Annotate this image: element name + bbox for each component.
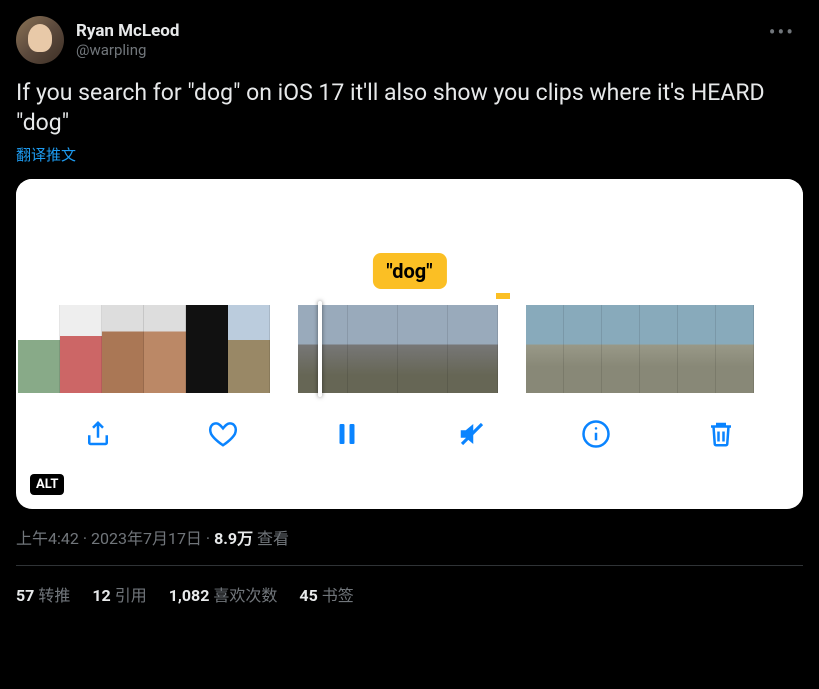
heart-icon[interactable] bbox=[206, 417, 240, 451]
header-left: Ryan McLeod @warpling bbox=[16, 16, 179, 64]
tweet-text: If you search for "dog" on iOS 17 it'll … bbox=[16, 78, 803, 138]
view-count[interactable]: 8.9万 bbox=[214, 529, 253, 548]
tweet-container: Ryan McLeod @warpling ••• If you search … bbox=[0, 0, 819, 622]
stat-label: 书签 bbox=[322, 586, 354, 605]
caption-tick bbox=[496, 293, 510, 299]
mute-icon[interactable] bbox=[455, 417, 489, 451]
clip-thumb[interactable] bbox=[144, 305, 186, 393]
more-icon[interactable]: ••• bbox=[761, 16, 803, 48]
pause-icon[interactable] bbox=[330, 417, 364, 451]
view-label: 查看 bbox=[253, 529, 289, 548]
clip-thumb[interactable] bbox=[526, 305, 564, 393]
trash-icon[interactable] bbox=[704, 417, 738, 451]
clip-thumb[interactable] bbox=[228, 305, 270, 393]
media-attachment[interactable]: "dog" bbox=[16, 179, 803, 509]
tweet-header: Ryan McLeod @warpling ••• bbox=[16, 16, 803, 64]
stat-count: 1,082 bbox=[169, 586, 210, 605]
stat-count: 57 bbox=[16, 586, 34, 605]
tweet-stats: 57转推 12 引用 1,082喜欢次数 45 书签 bbox=[16, 566, 803, 606]
video-timeline[interactable] bbox=[16, 305, 803, 393]
translate-link[interactable]: 翻译推文 bbox=[16, 144, 803, 165]
stat-bookmarks[interactable]: 45 书签 bbox=[299, 582, 353, 606]
clip-thumb[interactable] bbox=[348, 305, 398, 393]
clip-group[interactable] bbox=[526, 305, 754, 393]
playhead[interactable] bbox=[318, 301, 322, 397]
alt-badge[interactable]: ALT bbox=[30, 474, 64, 495]
stat-label: 引用 bbox=[115, 586, 147, 605]
stat-count: 12 bbox=[92, 586, 110, 605]
caption-bubble: "dog" bbox=[372, 253, 446, 289]
clip-thumb[interactable] bbox=[678, 305, 716, 393]
clip-thumb[interactable] bbox=[398, 305, 448, 393]
avatar[interactable] bbox=[16, 16, 64, 64]
clip-thumb[interactable] bbox=[602, 305, 640, 393]
display-name[interactable]: Ryan McLeod bbox=[76, 21, 179, 41]
names: Ryan McLeod @warpling bbox=[76, 21, 179, 59]
media-toolbar bbox=[16, 393, 803, 463]
clip-thumb[interactable] bbox=[298, 305, 348, 393]
clip-thumb[interactable] bbox=[716, 305, 754, 393]
stat-retweets[interactable]: 57转推 bbox=[16, 582, 70, 606]
tweet-meta: 上午4:42 · 2023年7月17日 · 8.9万 查看 bbox=[16, 525, 803, 549]
clip-thumb[interactable] bbox=[564, 305, 602, 393]
tweet-date[interactable]: 2023年7月17日 bbox=[91, 529, 202, 548]
media-top-area: "dog" bbox=[16, 179, 803, 289]
stat-label: 转推 bbox=[38, 586, 70, 605]
clip-thumb[interactable] bbox=[60, 305, 102, 393]
dot: · bbox=[79, 529, 91, 548]
dot: · bbox=[202, 529, 214, 548]
clip-thumb[interactable] bbox=[640, 305, 678, 393]
clip-group-active[interactable] bbox=[298, 305, 498, 393]
clip-thumb[interactable] bbox=[448, 305, 498, 393]
stat-quotes[interactable]: 12 引用 bbox=[92, 582, 146, 606]
tweet-time[interactable]: 上午4:42 bbox=[16, 529, 79, 548]
clip-thumb[interactable] bbox=[102, 305, 144, 393]
clip-group[interactable] bbox=[18, 305, 270, 393]
user-handle[interactable]: @warpling bbox=[76, 41, 179, 59]
clip-thumb[interactable] bbox=[186, 305, 228, 393]
stat-label: 喜欢次数 bbox=[213, 586, 277, 605]
stat-count: 45 bbox=[299, 586, 317, 605]
stat-likes[interactable]: 1,082喜欢次数 bbox=[169, 582, 278, 606]
clip-thumb[interactable] bbox=[18, 305, 60, 393]
info-icon[interactable] bbox=[579, 417, 613, 451]
share-icon[interactable] bbox=[81, 417, 115, 451]
